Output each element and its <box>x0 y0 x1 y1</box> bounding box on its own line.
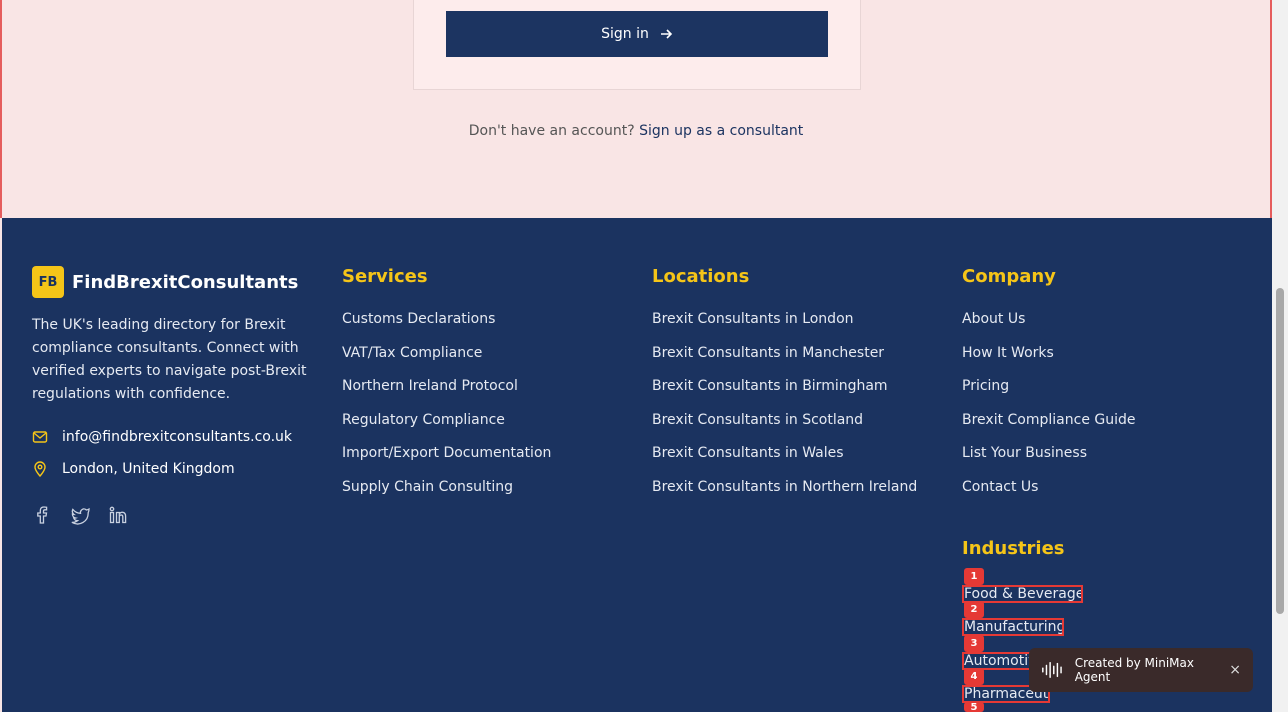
company-column: Company About Us How It Works Pricing Br… <box>962 266 1136 512</box>
email-text: info@findbrexitconsultants.co.uk <box>62 429 293 445</box>
footer-logo[interactable]: FB FindBrexitConsultants <box>32 266 298 298</box>
element-marker: 1 <box>964 568 984 585</box>
signin-button-label: Sign in <box>601 26 649 42</box>
page-frame-left <box>0 0 2 218</box>
footer-location: London, United Kingdom <box>32 461 235 477</box>
company-link[interactable]: How It Works <box>962 344 1136 378</box>
waveform-icon <box>1042 661 1062 679</box>
close-icon[interactable]: × <box>1229 662 1241 678</box>
services-title: Services <box>342 266 428 287</box>
brand-name: FindBrexitConsultants <box>72 271 299 293</box>
location-text: London, United Kingdom <box>62 461 235 477</box>
locations-link[interactable]: Brexit Consultants in Manchester <box>652 344 917 378</box>
services-link[interactable]: Regulatory Compliance <box>342 411 551 445</box>
social-links <box>32 505 128 525</box>
footer: FB FindBrexitConsultants The UK's leadin… <box>2 218 1272 712</box>
signup-prompt: Don't have an account? Sign up as a cons… <box>0 123 1272 139</box>
signin-button[interactable]: Sign in <box>446 11 828 57</box>
industry-link[interactable]: Manufacturing <box>962 618 1064 636</box>
map-pin-icon <box>34 461 46 477</box>
footer-email[interactable]: info@findbrexitconsultants.co.uk <box>32 429 292 445</box>
locations-title: Locations <box>652 266 750 287</box>
services-column: Services Customs Declarations VAT/Tax Co… <box>342 266 551 512</box>
element-marker: 4 <box>964 668 984 685</box>
toast-badge: Created by MiniMax Agent × <box>1029 648 1253 692</box>
services-link[interactable]: Northern Ireland Protocol <box>342 377 551 411</box>
industries-column: Industries 1 Food & Beverage 2 Manufactu… <box>962 538 1083 712</box>
arrow-right-icon <box>660 29 673 39</box>
element-marker: 5 <box>964 702 984 712</box>
locations-column: Locations Brexit Consultants in London B… <box>652 266 917 512</box>
footer-about: The UK's leading directory for Brexit co… <box>32 317 307 402</box>
services-link[interactable]: Import/Export Documentation <box>342 444 551 478</box>
signup-link[interactable]: Sign up as a consultant <box>639 123 803 139</box>
company-link[interactable]: Pricing <box>962 377 1136 411</box>
scrollbar[interactable] <box>1272 0 1288 712</box>
element-marker: 2 <box>964 601 984 618</box>
locations-link[interactable]: Brexit Consultants in Wales <box>652 444 917 478</box>
facebook-icon[interactable] <box>32 505 52 525</box>
signup-text: Don't have an account? <box>468 123 635 139</box>
company-link[interactable]: Brexit Compliance Guide <box>962 411 1136 445</box>
locations-link[interactable]: Brexit Consultants in Scotland <box>652 411 917 445</box>
industries-title: Industries <box>962 538 1065 559</box>
logo-badge: FB <box>32 266 64 298</box>
scrollbar-thumb[interactable] <box>1276 288 1284 614</box>
linkedin-icon[interactable] <box>108 505 128 525</box>
company-title: Company <box>962 266 1056 287</box>
services-link[interactable]: Customs Declarations <box>342 310 551 344</box>
locations-link[interactable]: Brexit Consultants in Birmingham <box>652 377 917 411</box>
element-marker: 3 <box>964 635 984 652</box>
locations-link[interactable]: Brexit Consultants in London <box>652 310 917 344</box>
locations-link[interactable]: Brexit Consultants in Northern Ireland <box>652 478 917 512</box>
toast-text: Created by MiniMax Agent <box>1074 656 1194 684</box>
company-link[interactable]: Contact Us <box>962 478 1136 512</box>
company-link[interactable]: About Us <box>962 310 1136 344</box>
services-link[interactable]: VAT/Tax Compliance <box>342 344 551 378</box>
services-link[interactable]: Supply Chain Consulting <box>342 478 551 512</box>
company-link[interactable]: List Your Business <box>962 444 1136 478</box>
twitter-icon[interactable] <box>70 505 90 525</box>
mail-icon <box>32 431 48 443</box>
